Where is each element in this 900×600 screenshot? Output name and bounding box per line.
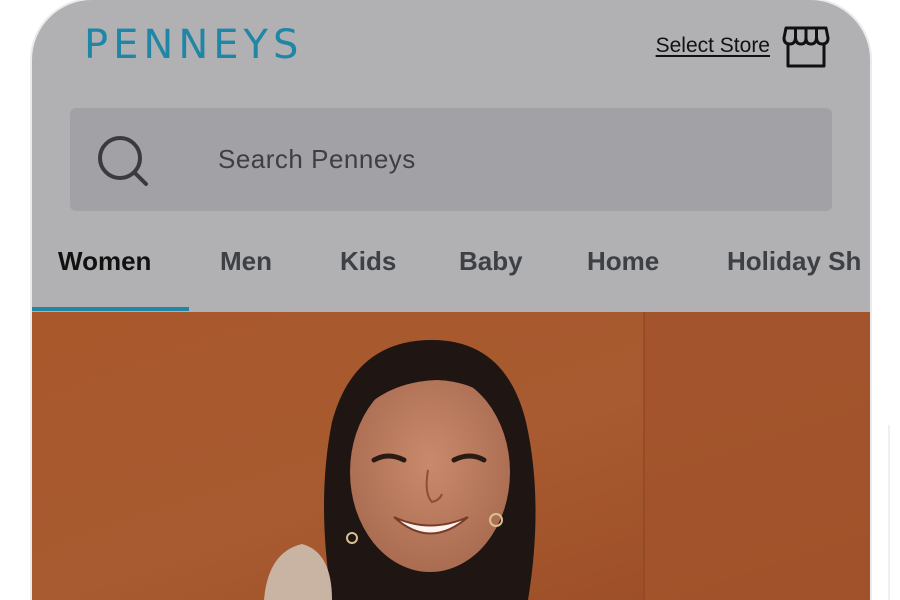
header: PENNEYS Select Store [32,0,870,100]
hero-banner-image[interactable] [32,312,870,600]
tab-holiday-shop[interactable]: Holiday Sh [727,246,861,277]
active-tab-indicator [32,307,189,311]
search-placeholder: Search Penneys [218,144,416,174]
page-scrollbar[interactable] [888,425,890,600]
search-icon [94,132,154,192]
tab-men[interactable]: Men [220,246,272,277]
brand-logo[interactable]: PENNEYS [84,22,303,68]
app-screen: PENNEYS Select Store Search Penneys Wome… [32,0,870,600]
select-store-link[interactable]: Select Store [656,34,770,58]
tab-kids[interactable]: Kids [340,246,396,277]
search-input[interactable]: Search Penneys [70,108,832,211]
category-tabs: Women Men Kids Baby Home Holiday Sh [32,232,870,312]
tab-women[interactable]: Women [58,246,151,277]
storefront-icon[interactable] [782,24,830,70]
tab-baby[interactable]: Baby [459,246,523,277]
tab-home[interactable]: Home [587,246,659,277]
